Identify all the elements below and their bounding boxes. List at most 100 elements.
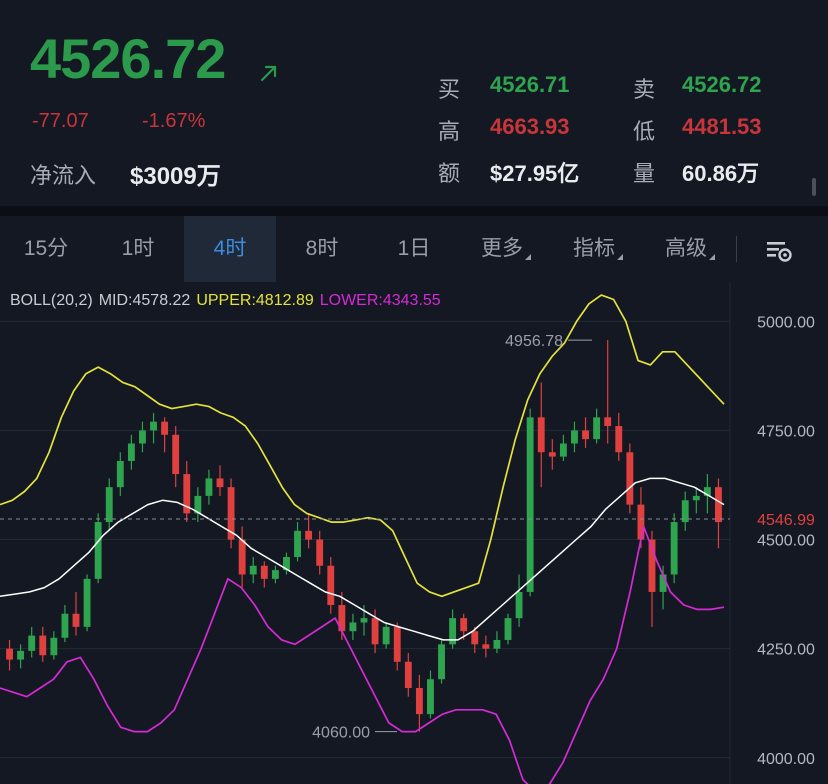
candle-body — [316, 539, 324, 566]
max-price-label: 4956.78 — [505, 333, 563, 350]
tab-15m[interactable]: 15分 — [0, 216, 92, 282]
ask-value: 4526.72 — [682, 72, 762, 97]
tabs-divider — [736, 236, 737, 262]
candle-body — [670, 522, 678, 575]
tab-1d[interactable]: 1日 — [368, 216, 460, 282]
candle-body — [72, 613, 80, 627]
candle-body — [360, 618, 368, 623]
timeframe-tabs: 15分 1时 4时 8时 1日 更多 指标 高级 — [0, 216, 828, 282]
candle-body — [6, 648, 13, 660]
candle-body — [17, 650, 25, 660]
turnover-label: 额 — [438, 161, 461, 186]
current-price-label: 4546.99 — [757, 512, 815, 529]
tab-1h[interactable]: 1时 — [92, 216, 184, 282]
tab-label: 1日 — [397, 237, 431, 260]
bid-label: 买 — [438, 77, 461, 102]
volume-value: 60.86万 — [682, 161, 760, 186]
high-label: 高 — [438, 119, 461, 144]
candle-body — [105, 487, 113, 523]
candle-body — [438, 644, 445, 680]
price-chart[interactable]: 5000.00 4750.00 4500.00 4250.00 4000.00 4546.… — [0, 282, 828, 784]
y-tick-label: 4000.00 — [757, 751, 815, 768]
candle-body — [582, 430, 589, 440]
tab-4h[interactable]: 4时 — [184, 216, 276, 282]
candle-body — [61, 613, 69, 638]
candle-body — [548, 452, 556, 457]
candle-body — [139, 430, 146, 444]
candle-body — [637, 504, 645, 540]
candle-body — [150, 421, 157, 431]
tab-8h[interactable]: 8时 — [276, 216, 368, 282]
candle-body — [526, 417, 534, 592]
candle-body — [271, 570, 279, 579]
candle-body — [305, 530, 313, 540]
candle-body — [50, 637, 58, 656]
candle-body — [116, 460, 124, 488]
dropdown-caret-icon — [709, 254, 715, 260]
candle-body — [260, 565, 268, 579]
tab-indicators[interactable]: 指标 — [552, 216, 644, 282]
quote-header: 4526.72 -77.07 -1.67% 净流入 $3009万 买 4526.… — [0, 0, 828, 206]
tab-label: 指标 — [573, 237, 615, 260]
candle-body — [692, 495, 700, 501]
candle-body — [205, 478, 213, 496]
min-price-label: 4060.00 — [312, 725, 370, 742]
y-tick-label: 5000.00 — [757, 314, 815, 331]
dropdown-caret-icon — [525, 254, 531, 260]
candle-body — [493, 639, 501, 649]
candle-body — [327, 565, 335, 606]
candle-body — [615, 426, 623, 453]
candle-body — [294, 530, 301, 558]
candle-body — [559, 443, 567, 457]
candle-body — [604, 417, 612, 427]
candle-body — [28, 635, 36, 651]
arrow-up-right-icon — [260, 65, 277, 82]
candle-body — [83, 578, 91, 627]
y-tick-label: 4750.00 — [757, 423, 815, 440]
candle-body — [515, 591, 523, 619]
last-price: 4526.72 — [30, 27, 226, 90]
net-inflow-label: 净流入 — [30, 163, 97, 188]
candle-body — [593, 417, 601, 440]
y-tick-label: 4250.00 — [757, 642, 815, 659]
low-value: 4481.53 — [682, 114, 762, 139]
candle-body — [161, 421, 169, 435]
tab-label: 1时 — [121, 237, 155, 260]
section-divider — [0, 206, 828, 216]
tab-label: 4时 — [213, 237, 247, 260]
candle-body — [415, 687, 423, 715]
price-change: -77.07 — [32, 110, 89, 132]
candle-body — [382, 626, 390, 645]
candle-body — [127, 443, 135, 461]
bid-value: 4526.71 — [490, 72, 570, 97]
volume-label: 量 — [633, 161, 656, 186]
candle-body — [349, 622, 357, 632]
boll-lower-line — [0, 525, 725, 784]
turnover-value: $27.95亿 — [490, 161, 580, 186]
tab-more[interactable]: 更多 — [460, 216, 552, 282]
candle-body — [172, 434, 180, 475]
candle-body — [471, 631, 479, 645]
candle-body — [249, 565, 257, 575]
candle-body — [626, 452, 634, 505]
y-tick-label: 4500.00 — [757, 533, 815, 550]
candle-body — [427, 679, 434, 715]
candle-body — [571, 430, 578, 444]
candle-body — [216, 478, 224, 488]
candle-body — [504, 618, 512, 640]
tab-label: 更多 — [481, 237, 523, 260]
header-scrollbar[interactable] — [812, 178, 816, 196]
candle-body — [238, 539, 246, 575]
net-inflow-value: $3009万 — [130, 163, 221, 190]
low-label: 低 — [633, 119, 656, 144]
tab-advanced[interactable]: 高级 — [644, 216, 736, 282]
dropdown-caret-icon — [617, 254, 623, 260]
tab-label: 15分 — [23, 237, 69, 260]
candle-body — [393, 626, 401, 662]
candle-body — [404, 661, 412, 688]
chart-settings-icon[interactable] — [764, 236, 794, 266]
candle-body — [94, 522, 102, 579]
candle-body — [460, 618, 468, 632]
candle-body — [371, 618, 379, 645]
high-value: 4663.93 — [490, 114, 570, 139]
